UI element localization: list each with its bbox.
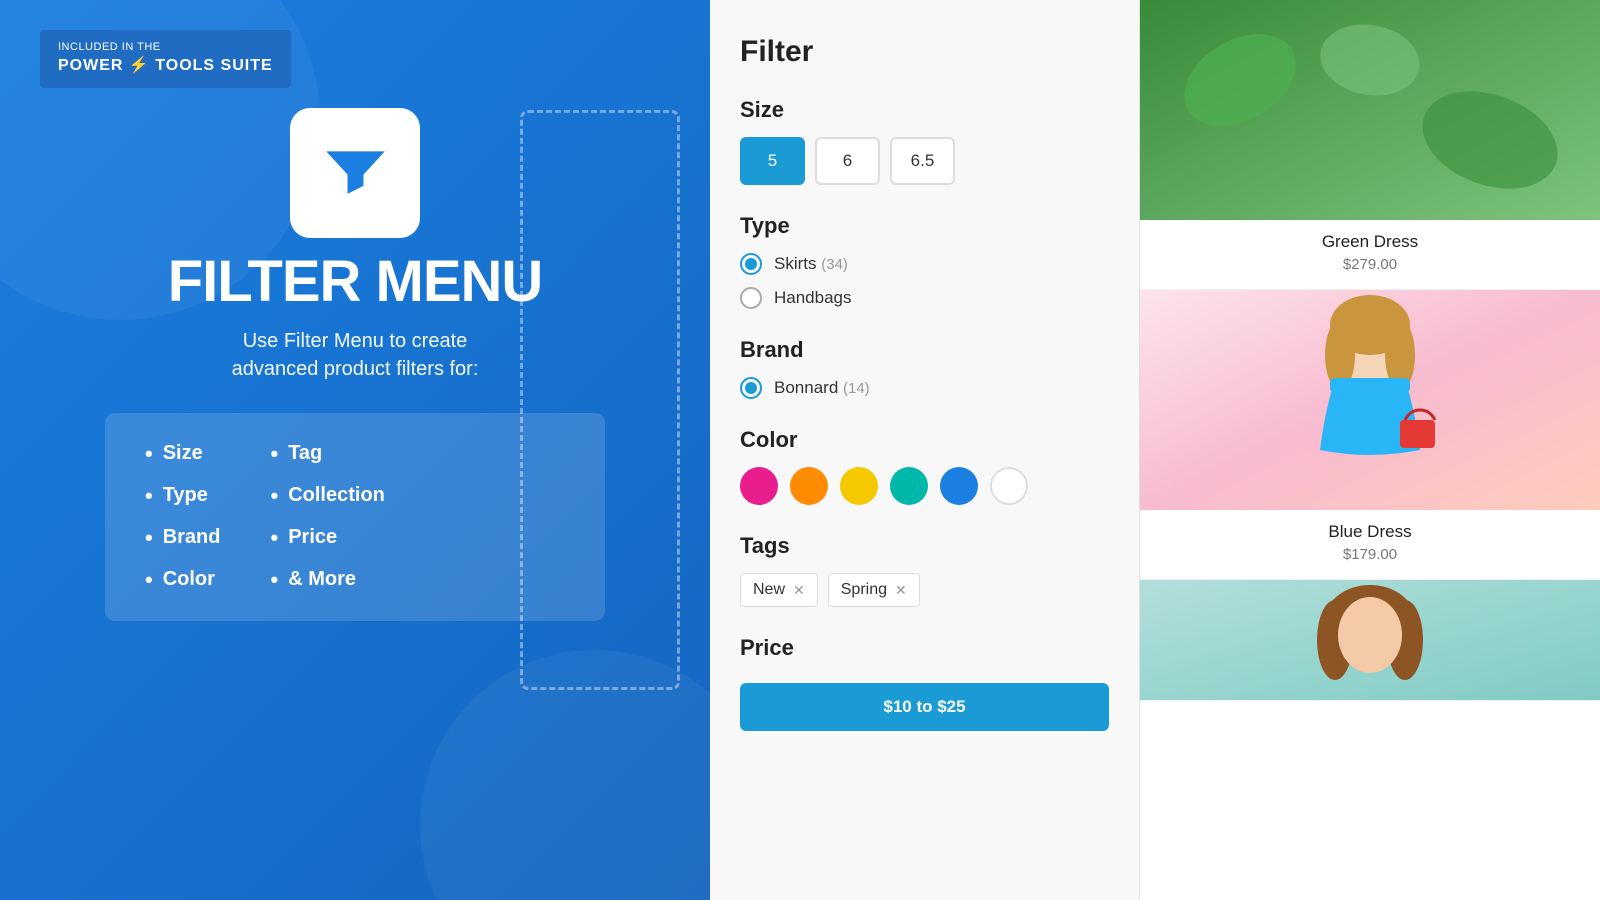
color-swatch-white[interactable] (990, 467, 1028, 505)
brand-bonnard-count: (14) (843, 380, 870, 397)
badge-line1: INCLUDED IN THE (58, 40, 273, 55)
feature-color: Color (145, 567, 221, 593)
feature-price: Price (271, 525, 385, 551)
product-info-green-dress: Green Dress $279.00 (1140, 220, 1600, 289)
filter-panel: Filter Size 5 6 6.5 Type Skirts (34) Han… (710, 0, 1140, 900)
color-section: Color (740, 427, 1109, 505)
type-skirts-label: Skirts (34) (774, 254, 848, 274)
brand-bonnard-option[interactable]: Bonnard (14) (740, 377, 1109, 399)
feature-tag: Tag (271, 441, 385, 467)
product-price-green-dress: $279.00 (1160, 256, 1580, 273)
product-card-third (1140, 580, 1600, 701)
tags-label: Tags (740, 533, 1109, 559)
product-image-blue-dress (1140, 290, 1600, 510)
brand-label: Brand (740, 337, 1109, 363)
color-label: Color (740, 427, 1109, 453)
price-section: Price $10 to $25 (740, 635, 1109, 731)
tags-container: New ✕ Spring ✕ (740, 573, 1109, 607)
color-swatch-blue[interactable] (940, 467, 978, 505)
product-card-green-dress: Green Dress $279.00 (1140, 0, 1600, 290)
type-handbags-label: Handbags (774, 288, 852, 308)
color-swatch-yellow[interactable] (840, 467, 878, 505)
size-section: Size 5 6 6.5 (740, 97, 1109, 185)
type-label: Type (740, 213, 1109, 239)
hero-subtitle: Use Filter Menu to createadvanced produc… (232, 327, 479, 383)
type-handbags-radio[interactable] (740, 287, 762, 309)
feature-brand: Brand (145, 525, 221, 551)
type-handbags-option[interactable]: Handbags (740, 287, 1109, 309)
badge: INCLUDED IN THE POWER ⚡ TOOLS SUITE (40, 30, 291, 88)
feature-more: & More (271, 567, 385, 593)
size-btn-6[interactable]: 6 (815, 137, 880, 185)
color-swatch-teal[interactable] (890, 467, 928, 505)
brand-bonnard-label: Bonnard (14) (774, 378, 870, 398)
feature-size: Size (145, 441, 221, 467)
filter-heading: Filter (740, 35, 1109, 69)
filter-icon (318, 135, 393, 210)
product-name-green-dress: Green Dress (1160, 232, 1580, 252)
product-image-third (1140, 580, 1600, 700)
type-section: Type Skirts (34) Handbags (740, 213, 1109, 309)
features-box: Size Type Brand Color Tag Collection Pri… (105, 413, 605, 621)
badge-line2: POWER ⚡ TOOLS SUITE (58, 55, 273, 77)
size-label: Size (740, 97, 1109, 123)
product-image-green-dress (1140, 0, 1600, 220)
type-skirts-count: (34) (821, 256, 848, 273)
color-swatch-orange[interactable] (790, 467, 828, 505)
type-skirts-radio[interactable] (740, 253, 762, 275)
size-btn-6-5[interactable]: 6.5 (890, 137, 955, 185)
product-card-blue-dress: Blue Dress $179.00 (1140, 290, 1600, 580)
tag-new-close[interactable]: ✕ (793, 583, 805, 597)
color-swatch-pink[interactable] (740, 467, 778, 505)
tags-section: Tags New ✕ Spring ✕ (740, 533, 1109, 607)
product-name-blue-dress: Blue Dress (1160, 522, 1580, 542)
tag-spring: Spring ✕ (828, 573, 920, 607)
tag-new-label: New (753, 581, 785, 599)
color-swatches (740, 467, 1109, 505)
price-label: Price (740, 635, 1109, 661)
feature-type: Type (145, 483, 221, 509)
tag-spring-close[interactable]: ✕ (895, 583, 907, 597)
price-button[interactable]: $10 to $25 (740, 683, 1109, 731)
features-col-1: Size Type Brand Color (145, 441, 221, 593)
brand-bonnard-radio[interactable] (740, 377, 762, 399)
size-btn-5[interactable]: 5 (740, 137, 805, 185)
products-panel: Green Dress $279.00 (1140, 0, 1600, 900)
features-col-2: Tag Collection Price & More (271, 441, 385, 593)
type-skirts-option[interactable]: Skirts (34) (740, 253, 1109, 275)
filter-icon-container (290, 108, 420, 238)
product-info-blue-dress: Blue Dress $179.00 (1140, 510, 1600, 579)
left-panel: INCLUDED IN THE POWER ⚡ TOOLS SUITE FILT… (0, 0, 710, 900)
product-price-blue-dress: $179.00 (1160, 546, 1580, 563)
hero-title: FILTER MENU (168, 248, 543, 315)
tag-new: New ✕ (740, 573, 818, 607)
tag-spring-label: Spring (841, 581, 887, 599)
brand-section: Brand Bonnard (14) (740, 337, 1109, 399)
feature-collection: Collection (271, 483, 385, 509)
size-buttons: 5 6 6.5 (740, 137, 1109, 185)
